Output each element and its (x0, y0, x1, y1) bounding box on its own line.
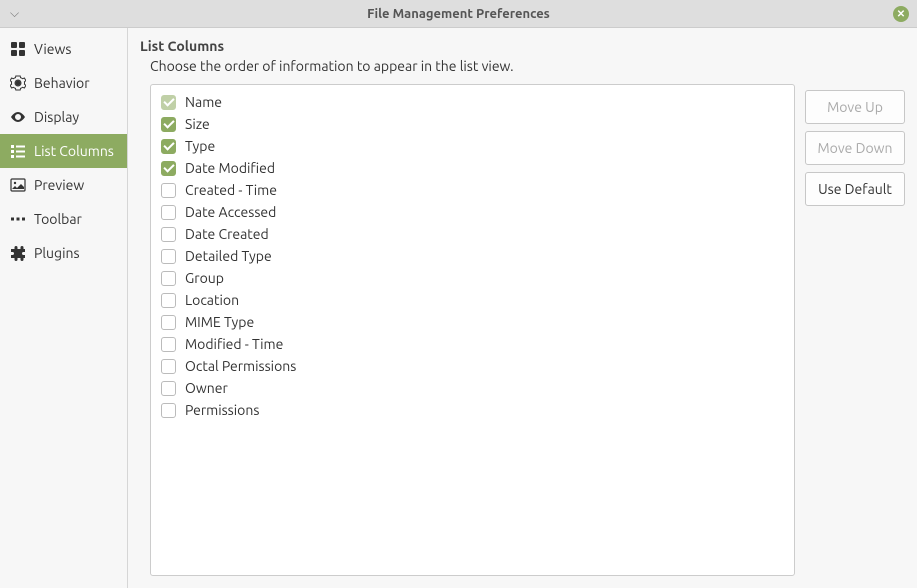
move-down-button[interactable]: Move Down (805, 131, 905, 165)
column-checkbox[interactable] (161, 381, 176, 396)
window-title: File Management Preferences (0, 7, 917, 21)
column-label: Group (185, 270, 224, 286)
column-row[interactable]: Type (157, 135, 788, 157)
section-description: Choose the order of information to appea… (150, 58, 795, 74)
column-label: Modified - Time (185, 336, 283, 352)
eye-icon (10, 109, 26, 125)
column-checkbox[interactable] (161, 315, 176, 330)
column-label: Date Created (185, 226, 269, 242)
sidebar-item-label: Plugins (34, 245, 80, 261)
main-layout: Views Behavior Display List Columns Prev (0, 28, 917, 588)
column-checkbox[interactable] (161, 117, 176, 132)
sidebar-item-preview[interactable]: Preview (0, 168, 127, 202)
sidebar-item-label: Views (34, 41, 71, 57)
column-checkbox[interactable] (161, 161, 176, 176)
column-checkbox[interactable] (161, 95, 176, 110)
sidebar-item-label: Preview (34, 177, 84, 193)
column-label: Octal Permissions (185, 358, 296, 374)
column-label: Detailed Type (185, 248, 272, 264)
sidebar-item-label: List Columns (34, 143, 114, 159)
column-row[interactable]: Owner (157, 377, 788, 399)
column-label: Size (185, 116, 210, 132)
column-label: Type (185, 138, 215, 154)
column-label: Created - Time (185, 182, 277, 198)
column-checkbox[interactable] (161, 293, 176, 308)
column-row[interactable]: Location (157, 289, 788, 311)
column-checkbox[interactable] (161, 337, 176, 352)
use-default-button[interactable]: Use Default (805, 172, 905, 206)
column-row[interactable]: Date Created (157, 223, 788, 245)
column-label: Location (185, 292, 239, 308)
close-icon[interactable] (893, 6, 909, 22)
column-row[interactable]: Created - Time (157, 179, 788, 201)
column-row[interactable]: Name (157, 91, 788, 113)
gear-icon (10, 75, 26, 91)
button-column: Move Up Move Down Use Default (805, 90, 905, 576)
sidebar-item-label: Toolbar (34, 211, 82, 227)
column-checkbox[interactable] (161, 249, 176, 264)
dots-icon (10, 211, 26, 227)
column-label: Permissions (185, 402, 259, 418)
column-checkbox[interactable] (161, 227, 176, 242)
sidebar-item-label: Display (34, 109, 79, 125)
column-label: MIME Type (185, 314, 254, 330)
column-row[interactable]: Date Accessed (157, 201, 788, 223)
sidebar-item-views[interactable]: Views (0, 32, 127, 66)
column-checkbox[interactable] (161, 183, 176, 198)
sidebar-item-list-columns[interactable]: List Columns (0, 134, 127, 168)
sidebar-item-toolbar[interactable]: Toolbar (0, 202, 127, 236)
column-label: Date Accessed (185, 204, 276, 220)
sidebar-item-display[interactable]: Display (0, 100, 127, 134)
titlebar: ⌵ File Management Preferences (0, 0, 917, 28)
column-label: Date Modified (185, 160, 275, 176)
column-row[interactable]: Octal Permissions (157, 355, 788, 377)
column-row[interactable]: Date Modified (157, 157, 788, 179)
sidebar: Views Behavior Display List Columns Prev (0, 28, 128, 588)
section-title: List Columns (140, 38, 795, 54)
list-icon (10, 143, 26, 159)
sidebar-item-behavior[interactable]: Behavior (0, 66, 127, 100)
image-icon (10, 177, 26, 193)
column-label: Owner (185, 380, 228, 396)
column-checkbox[interactable] (161, 271, 176, 286)
column-checkbox[interactable] (161, 205, 176, 220)
column-row[interactable]: Group (157, 267, 788, 289)
sidebar-item-plugins[interactable]: Plugins (0, 236, 127, 270)
column-row[interactable]: MIME Type (157, 311, 788, 333)
move-up-button[interactable]: Move Up (805, 90, 905, 124)
column-row[interactable]: Permissions (157, 399, 788, 421)
column-row[interactable]: Size (157, 113, 788, 135)
content-area: List Columns Choose the order of informa… (128, 28, 917, 588)
column-checkbox[interactable] (161, 403, 176, 418)
column-checkbox[interactable] (161, 139, 176, 154)
column-row[interactable]: Modified - Time (157, 333, 788, 355)
columns-listbox[interactable]: Name Size Type Date Modified Created - Time D… (150, 84, 795, 576)
column-label: Name (185, 94, 222, 110)
grid-icon (10, 41, 26, 57)
content-main: List Columns Choose the order of informa… (140, 38, 795, 576)
column-checkbox[interactable] (161, 359, 176, 374)
column-row[interactable]: Detailed Type (157, 245, 788, 267)
puzzle-icon (10, 245, 26, 261)
sidebar-item-label: Behavior (34, 75, 90, 91)
